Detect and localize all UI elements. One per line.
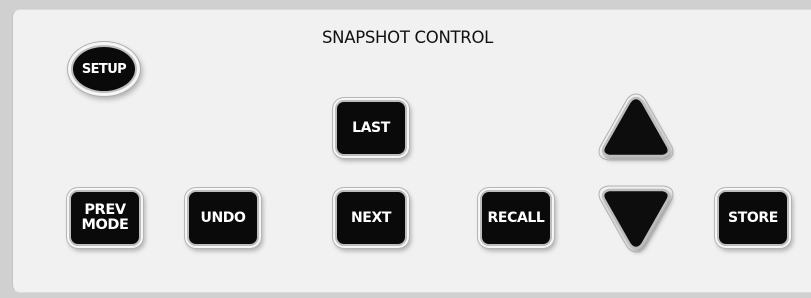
prev-mode-label-line1: PREV — [84, 201, 126, 218]
snapshot-control-panel — [12, 9, 811, 293]
prev-mode-label-line2: MODE — [81, 217, 129, 233]
store-button[interactable]: STORE — [717, 190, 789, 246]
undo-button[interactable]: UNDO — [187, 190, 259, 246]
next-button[interactable]: NEXT — [335, 190, 407, 246]
panel-title: SNAPSHOT CONTROL — [322, 28, 494, 47]
up-triangle-icon[interactable] — [596, 92, 676, 168]
setup-button[interactable]: SETUP — [71, 45, 137, 93]
last-button[interactable]: LAST — [335, 100, 407, 156]
down-triangle-icon[interactable] — [596, 180, 676, 256]
recall-button[interactable]: RECALL — [480, 190, 552, 246]
prev-mode-button[interactable]: PREV MODE — [69, 190, 141, 246]
